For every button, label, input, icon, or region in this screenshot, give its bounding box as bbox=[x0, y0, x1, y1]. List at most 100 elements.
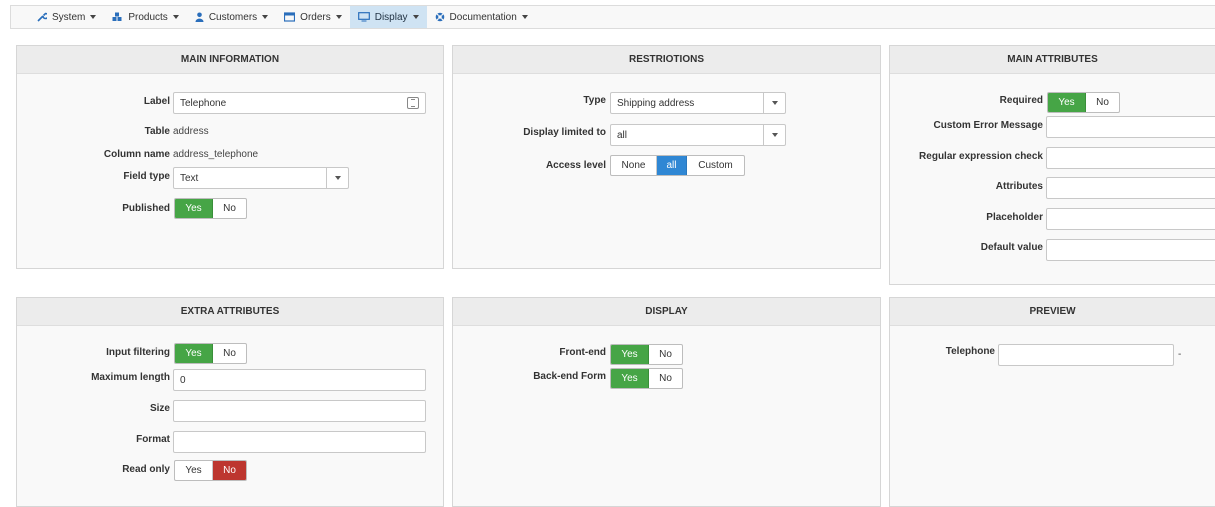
published-label: Published bbox=[122, 203, 170, 214]
front-end-yes-button[interactable]: Yes bbox=[611, 345, 649, 364]
access-none-button[interactable]: None bbox=[611, 156, 657, 175]
max-length-value: 0 bbox=[180, 374, 186, 386]
required-marker: - bbox=[1178, 349, 1182, 360]
chevron-down-icon bbox=[326, 168, 348, 188]
input-filtering-no-button[interactable]: No bbox=[213, 344, 246, 363]
nav-products-label: Products bbox=[128, 11, 168, 23]
access-custom-button[interactable]: Custom bbox=[687, 156, 744, 175]
main-attributes-panel: MAIN ATTRIBUTES Required Yes No Custom E… bbox=[889, 45, 1215, 285]
display-panel: DISPLAY Front-end Yes No Back-end Form Y… bbox=[452, 297, 881, 507]
nav-customers[interactable]: Customers bbox=[187, 6, 276, 28]
back-end-form-toggle: Yes No bbox=[610, 368, 683, 389]
regex-label: Regular expression check bbox=[919, 151, 1043, 162]
chevron-down-icon bbox=[262, 15, 269, 19]
table-value: address bbox=[173, 126, 209, 137]
attributes-input[interactable] bbox=[1046, 177, 1215, 199]
monitor-icon bbox=[357, 12, 370, 22]
panel-title: MAIN INFORMATION bbox=[17, 46, 443, 74]
custom-error-input[interactable] bbox=[1046, 116, 1215, 138]
panel-title: DISPLAY bbox=[453, 298, 880, 326]
table-label: Table bbox=[144, 126, 170, 137]
wrench-icon bbox=[37, 12, 47, 22]
nav-system-label: System bbox=[52, 11, 86, 23]
user-icon bbox=[195, 12, 204, 22]
required-label: Required bbox=[999, 95, 1043, 106]
front-end-toggle: Yes No bbox=[610, 344, 683, 365]
back-end-yes-button[interactable]: Yes bbox=[611, 369, 649, 388]
max-length-label: Maximum length bbox=[91, 372, 170, 383]
custom-error-label: Custom Error Message bbox=[933, 120, 1043, 131]
read-only-yes-button[interactable]: Yes bbox=[175, 461, 213, 480]
access-level-toggle: None all Custom bbox=[610, 155, 745, 176]
cubes-icon bbox=[112, 12, 123, 22]
nav-system[interactable]: System bbox=[29, 6, 104, 28]
nav-documentation[interactable]: Documentation bbox=[427, 6, 536, 28]
required-yes-button[interactable]: Yes bbox=[1048, 93, 1086, 112]
format-input[interactable] bbox=[173, 431, 426, 453]
nav-display-label: Display bbox=[374, 11, 408, 23]
nav-products[interactable]: Products bbox=[104, 6, 186, 28]
default-value-input[interactable] bbox=[1046, 239, 1215, 261]
field-list-icon[interactable] bbox=[407, 97, 419, 109]
placeholder-input[interactable] bbox=[1046, 208, 1215, 230]
lifebuoy-icon bbox=[435, 12, 445, 22]
type-label: Type bbox=[583, 95, 606, 106]
chevron-down-icon bbox=[172, 15, 179, 19]
label-field-value: Telephone bbox=[180, 97, 227, 109]
panel-title: RESTRIOTIONS bbox=[453, 46, 880, 74]
preview-telephone-label: Telephone bbox=[945, 346, 995, 357]
label-label: Label bbox=[143, 96, 170, 107]
chevron-down-icon bbox=[90, 15, 97, 19]
front-end-no-button[interactable]: No bbox=[649, 345, 682, 364]
preview-telephone-input[interactable] bbox=[998, 344, 1174, 366]
field-type-select[interactable]: Text bbox=[173, 167, 349, 189]
required-no-button[interactable]: No bbox=[1086, 93, 1119, 112]
published-yes-button[interactable]: Yes bbox=[175, 199, 213, 218]
top-navbar: System Products Customers Orders Display bbox=[10, 5, 1215, 29]
max-length-input[interactable]: 0 bbox=[173, 369, 426, 391]
back-end-form-label: Back-end Form bbox=[533, 371, 606, 382]
chevron-down-icon bbox=[335, 15, 342, 19]
panel-title: EXTRA ATTRIBUTES bbox=[17, 298, 443, 326]
published-toggle: Yes No bbox=[174, 198, 247, 219]
default-value-label: Default value bbox=[980, 242, 1043, 253]
attributes-label: Attributes bbox=[995, 181, 1043, 192]
regex-input[interactable] bbox=[1046, 147, 1215, 169]
restrictions-panel: RESTRIOTIONS Type Shipping address Displ… bbox=[452, 45, 881, 269]
chevron-down-icon bbox=[412, 15, 419, 19]
extra-attributes-panel: EXTRA ATTRIBUTES Input filtering Yes No … bbox=[16, 297, 444, 507]
type-value: Shipping address bbox=[617, 97, 695, 109]
chevron-down-icon bbox=[763, 93, 785, 113]
nav-orders[interactable]: Orders bbox=[276, 6, 350, 28]
input-filtering-toggle: Yes No bbox=[174, 343, 247, 364]
main-information-panel: MAIN INFORMATION Label Telephone Table a… bbox=[16, 45, 444, 269]
back-end-no-button[interactable]: No bbox=[649, 369, 682, 388]
nav-documentation-label: Documentation bbox=[449, 11, 517, 23]
column-name-label: Column name bbox=[103, 149, 170, 160]
nav-display[interactable]: Display bbox=[349, 6, 427, 28]
chevron-down-icon bbox=[521, 15, 528, 19]
input-filtering-label: Input filtering bbox=[106, 347, 170, 358]
display-limited-select[interactable]: all bbox=[610, 124, 786, 146]
display-limited-value: all bbox=[617, 129, 628, 141]
placeholder-label: Placeholder bbox=[986, 212, 1043, 223]
label-field[interactable]: Telephone bbox=[173, 92, 426, 114]
access-level-label: Access level bbox=[545, 160, 606, 171]
preview-panel: PREVIEW Telephone - bbox=[889, 297, 1215, 507]
display-limited-label: Display limited to bbox=[523, 127, 606, 138]
column-name-value: address_telephone bbox=[173, 149, 259, 160]
panel-title: MAIN ATTRIBUTES bbox=[890, 46, 1215, 74]
size-input[interactable] bbox=[173, 400, 426, 422]
read-only-no-button[interactable]: No bbox=[213, 461, 246, 480]
published-no-button[interactable]: No bbox=[213, 199, 246, 218]
read-only-toggle: Yes No bbox=[174, 460, 247, 481]
format-label: Format bbox=[136, 434, 170, 445]
nav-orders-label: Orders bbox=[300, 11, 331, 23]
type-select[interactable]: Shipping address bbox=[610, 92, 786, 114]
access-all-button[interactable]: all bbox=[657, 156, 687, 175]
input-filtering-yes-button[interactable]: Yes bbox=[175, 344, 213, 363]
chevron-down-icon bbox=[763, 125, 785, 145]
panel-title: PREVIEW bbox=[890, 298, 1215, 326]
field-type-value: Text bbox=[180, 172, 199, 184]
size-label: Size bbox=[149, 403, 170, 414]
